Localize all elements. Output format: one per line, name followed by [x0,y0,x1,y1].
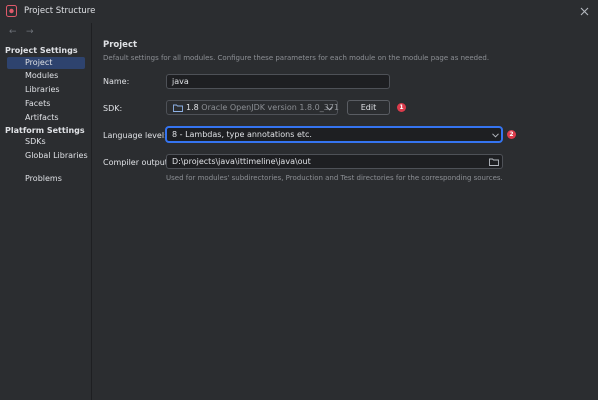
sidebar: ← → Project Settings Project Modules Lib… [0,23,91,400]
chevron-down-icon [326,106,333,111]
sidebar-item-libraries[interactable]: Libraries [25,85,60,94]
language-level-dropdown[interactable]: 8 - Lambdas, type annotations etc. [166,127,502,142]
close-icon[interactable] [580,7,589,16]
sdk-version: 1.8 [186,103,199,112]
name-field[interactable]: java [166,74,390,89]
group-header-project-settings: Project Settings [5,46,78,55]
sidebar-item-global-libraries[interactable]: Global Libraries [25,151,88,160]
name-label: Name: [103,77,130,86]
folder-icon [173,104,183,112]
sdk-notification-badge: 1 [397,103,406,112]
compiler-output-field[interactable]: D:\projects\java\ittimeline\java\out [166,154,503,169]
sidebar-item-sdks[interactable]: SDKs [25,137,46,146]
compiler-output-label: Compiler output: [103,158,171,167]
language-level-label: Language level: [103,131,167,140]
language-level-value: 8 - Lambdas, type annotations etc. [172,130,312,139]
app-icon [6,5,17,17]
sdk-dropdown[interactable]: 1.8 Oracle OpenJDK version 1.8.0_371 [166,100,339,115]
section-description: Default settings for all modules. Config… [103,54,490,62]
group-header-platform-settings: Platform Settings [5,126,85,135]
sidebar-item-project[interactable]: Project [25,58,52,67]
back-arrow-icon[interactable]: ← [9,27,17,37]
section-title: Project [103,40,138,50]
sidebar-item-modules[interactable]: Modules [25,71,58,80]
folder-icon[interactable] [489,158,499,166]
title-bar: Project Structure [0,0,598,23]
sidebar-item-facets[interactable]: Facets [25,99,50,108]
language-level-notification-badge: 2 [507,130,516,139]
sidebar-item-artifacts[interactable]: Artifacts [25,113,59,122]
name-value: java [172,77,189,86]
chevron-down-icon [492,133,499,138]
sdk-description: Oracle OpenJDK version 1.8.0_371 [201,103,339,112]
compiler-output-hint: Used for modules' subdirectories, Produc… [166,174,503,182]
edit-sdk-button[interactable]: Edit [347,100,390,115]
main-panel: Project Default settings for all modules… [92,23,598,400]
window-title: Project Structure [24,6,96,16]
sidebar-item-problems[interactable]: Problems [25,174,62,183]
compiler-output-value: D:\projects\java\ittimeline\java\out [172,157,311,166]
sdk-label: SDK: [103,104,123,113]
forward-arrow-icon[interactable]: → [26,27,34,37]
